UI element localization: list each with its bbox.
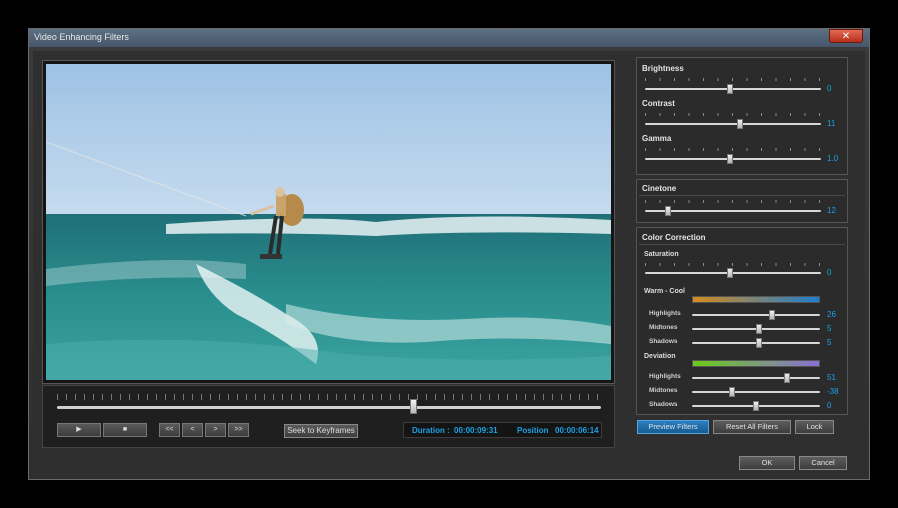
warm-cool-gradient bbox=[692, 296, 820, 303]
warm-highlights-slider[interactable] bbox=[692, 314, 820, 316]
warm-highlights-label: Highlights bbox=[649, 310, 681, 317]
dev-highlights-thumb[interactable] bbox=[784, 373, 790, 383]
brightness-slider[interactable] bbox=[645, 88, 821, 90]
saturation-ticks bbox=[645, 263, 821, 266]
saturation-value: 0 bbox=[827, 268, 832, 277]
warm-highlights-thumb[interactable] bbox=[769, 310, 775, 320]
ok-button[interactable]: OK bbox=[739, 456, 795, 470]
brightness-ticks bbox=[645, 78, 821, 81]
cinetone-ticks bbox=[645, 200, 821, 203]
saturation-thumb[interactable] bbox=[727, 268, 733, 278]
contrast-ticks bbox=[645, 113, 821, 116]
cinetone-title: Cinetone bbox=[642, 184, 677, 193]
gamma-thumb[interactable] bbox=[727, 154, 733, 164]
previous-frame-button[interactable]: < bbox=[182, 423, 203, 437]
cinetone-value: 12 bbox=[827, 206, 836, 215]
cinetone-slider[interactable] bbox=[645, 210, 821, 212]
dev-shadows-thumb[interactable] bbox=[753, 401, 759, 411]
duration-value: 00:00:09:31 bbox=[454, 426, 498, 435]
dev-midtones-thumb[interactable] bbox=[729, 387, 735, 397]
warm-cool-label: Warm - Cool bbox=[644, 288, 685, 295]
basic-adjustments-panel: Brightness 0 Contrast 11 Gamma 1.0 bbox=[636, 57, 848, 175]
warm-shadows-label: Shadows bbox=[649, 338, 678, 345]
cancel-button[interactable]: Cancel bbox=[799, 456, 847, 470]
position-label: Position bbox=[517, 426, 549, 435]
contrast-label: Contrast bbox=[642, 99, 675, 108]
dev-shadows-value: 0 bbox=[827, 401, 832, 410]
gamma-ticks bbox=[645, 148, 821, 151]
duration-label: Duration : bbox=[412, 426, 450, 435]
video-preview bbox=[46, 64, 611, 380]
close-button[interactable]: ✕ bbox=[829, 29, 863, 43]
time-display: Duration : 00:00:09:31 Position 00:00:06… bbox=[403, 422, 602, 438]
video-frame-image bbox=[46, 64, 611, 380]
brightness-value: 0 bbox=[827, 84, 832, 93]
dev-shadows-label: Shadows bbox=[649, 401, 678, 408]
gamma-slider[interactable] bbox=[645, 158, 821, 160]
dev-midtones-slider[interactable] bbox=[692, 391, 820, 393]
saturation-label: Saturation bbox=[644, 251, 679, 258]
contrast-value: 11 bbox=[827, 119, 836, 128]
cinetone-divider bbox=[639, 195, 845, 196]
position-value: 00:00:06:14 bbox=[555, 426, 599, 435]
timeline-track[interactable] bbox=[57, 406, 601, 409]
dev-highlights-value: 51 bbox=[827, 373, 836, 382]
saturation-slider[interactable] bbox=[645, 272, 821, 274]
deviation-gradient bbox=[692, 360, 820, 367]
warm-shadows-value: 5 bbox=[827, 338, 832, 347]
dev-highlights-slider[interactable] bbox=[692, 377, 820, 379]
contrast-slider[interactable] bbox=[645, 123, 821, 125]
dev-midtones-value: -38 bbox=[827, 387, 839, 396]
window-title: Video Enhancing Filters bbox=[34, 32, 129, 42]
warm-highlights-value: 26 bbox=[827, 310, 836, 319]
cinetone-thumb[interactable] bbox=[665, 206, 671, 216]
color-correction-title: Color Correction bbox=[642, 233, 706, 242]
gamma-label: Gamma bbox=[642, 134, 672, 143]
reset-all-filters-button[interactable]: Reset All Filters bbox=[713, 420, 791, 434]
gamma-value: 1.0 bbox=[827, 154, 839, 163]
title-bar[interactable]: Video Enhancing Filters ✕ bbox=[29, 29, 869, 47]
contrast-thumb[interactable] bbox=[737, 119, 743, 129]
color-correction-divider bbox=[639, 244, 845, 245]
rewind-button[interactable]: << bbox=[159, 423, 180, 437]
stop-button[interactable]: ■ bbox=[103, 423, 147, 437]
dev-midtones-label: Midtones bbox=[649, 387, 678, 394]
brightness-thumb[interactable] bbox=[727, 84, 733, 94]
seek-to-keyframes-button[interactable]: Seek to Keyframes bbox=[284, 424, 358, 438]
timeline-thumb[interactable] bbox=[410, 399, 418, 414]
next-frame-button[interactable]: > bbox=[205, 423, 226, 437]
cinetone-panel: Cinetone 12 bbox=[636, 179, 848, 223]
fast-forward-button[interactable]: >> bbox=[228, 423, 249, 437]
play-button[interactable]: ▶ bbox=[57, 423, 101, 437]
warm-midtones-thumb[interactable] bbox=[756, 324, 762, 334]
dialog-window: Video Enhancing Filters ✕ ▶ ■ << < > >> … bbox=[28, 28, 870, 480]
warm-midtones-label: Midtones bbox=[649, 324, 678, 331]
transport-bar: ▶ ■ << < > >> Seek to Keyframes Duration… bbox=[42, 385, 615, 448]
lock-button[interactable]: Lock bbox=[795, 420, 834, 434]
timeline-ticks bbox=[57, 394, 601, 400]
brightness-label: Brightness bbox=[642, 64, 684, 73]
color-correction-panel: Color Correction Saturation 0 Warm - Coo… bbox=[636, 227, 848, 415]
dialog-body: ▶ ■ << < > >> Seek to Keyframes Duration… bbox=[33, 51, 865, 476]
dev-highlights-label: Highlights bbox=[649, 373, 681, 380]
warm-shadows-thumb[interactable] bbox=[756, 338, 762, 348]
warm-midtones-value: 5 bbox=[827, 324, 832, 333]
video-preview-frame bbox=[42, 60, 615, 384]
preview-filters-button[interactable]: Preview Filters bbox=[637, 420, 709, 434]
deviation-label: Deviation bbox=[644, 353, 676, 360]
